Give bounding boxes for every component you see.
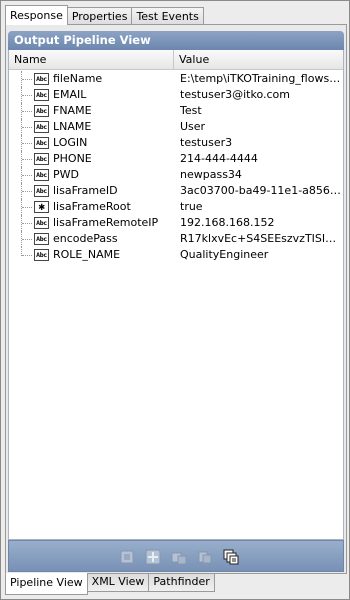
table-row[interactable]: Abc PHONE 214-444-4444: [9, 151, 343, 167]
row-name: ROLE_NAME: [53, 248, 121, 261]
row-name: EMAIL: [53, 88, 87, 101]
table-row[interactable]: Abc LOGIN testuser3: [9, 135, 343, 151]
text-abc-icon: Abc: [34, 73, 49, 85]
copy-icon[interactable]: [197, 549, 213, 565]
row-value: 192.168.168.152: [180, 216, 275, 229]
tree-connector: [21, 167, 35, 183]
top-tab-bar: Response Properties Test Events: [5, 5, 204, 25]
row-name: FNAME: [53, 104, 92, 117]
text-abc-icon: Abc: [34, 217, 49, 229]
row-name: lisaFrameID: [53, 184, 118, 197]
text-abc-icon: Abc: [34, 169, 49, 181]
tree-connector: [21, 119, 35, 135]
tree-connector: [21, 87, 35, 103]
row-value: Test: [180, 104, 202, 117]
table-row[interactable]: Abc EMAIL testuser3@itko.com: [9, 87, 343, 103]
tree-connector: [21, 183, 35, 199]
table-row[interactable]: Abc lisaFrameRemoteIP 192.168.168.152: [9, 215, 343, 231]
row-name: fileName: [53, 72, 103, 85]
table-row[interactable]: Abc LNAME User: [9, 119, 343, 135]
panel-title: Output Pipeline View: [8, 31, 344, 50]
table-row[interactable]: Abc FNAME Test: [9, 103, 343, 119]
add-icon[interactable]: [145, 549, 161, 565]
asterisk-icon: ✱: [34, 201, 49, 213]
tab-content: Output Pipeline View Name Value Abc file…: [5, 24, 347, 574]
pipeline-toolbar: [8, 540, 344, 572]
tab-xml-view[interactable]: XML View: [86, 574, 150, 592]
row-value: User: [180, 120, 206, 133]
row-name: encodePass: [53, 232, 118, 245]
row-name: lisaFrameRoot: [53, 200, 131, 213]
output-panel: Response Properties Test Events Output P…: [0, 0, 350, 600]
row-name: PHONE: [53, 152, 92, 165]
tab-properties[interactable]: Properties: [66, 7, 133, 25]
text-abc-icon: Abc: [34, 249, 49, 261]
tab-test-events[interactable]: Test Events: [131, 7, 204, 25]
row-value: E:\temp\iTKOTraining_flows_ad...: [180, 72, 342, 85]
tab-response[interactable]: Response: [5, 5, 68, 25]
tree-connector: [21, 135, 35, 151]
text-abc-icon: Abc: [34, 153, 49, 165]
tab-pipeline-view[interactable]: Pipeline View: [5, 573, 88, 595]
row-value: true: [180, 200, 203, 213]
text-abc-icon: Abc: [34, 121, 49, 133]
table-row[interactable]: Abc PWD newpass34: [9, 167, 343, 183]
table-row[interactable]: Abc lisaFrameID 3ac03700-ba49-11e1-a856-…: [9, 183, 343, 199]
table-row[interactable]: Abc ROLE_NAME QualityEngineer: [9, 247, 343, 263]
text-abc-icon: Abc: [34, 105, 49, 117]
tree-connector: [21, 231, 35, 247]
text-abc-icon: Abc: [34, 137, 49, 149]
text-abc-icon: Abc: [34, 89, 49, 101]
row-value: testuser3: [180, 136, 233, 149]
row-value: R17klxvEc+S4SEEszvzTISI+1tE=: [180, 232, 342, 245]
row-value: 3ac03700-ba49-11e1-a856-02...: [180, 184, 342, 197]
text-abc-icon: Abc: [34, 233, 49, 245]
row-value: testuser3@itko.com: [180, 88, 290, 101]
add-filter-icon[interactable]: [171, 549, 187, 565]
tree-connector: [21, 199, 35, 215]
table-row[interactable]: Abc fileName E:\temp\iTKOTraining_flows_…: [9, 71, 343, 87]
tree-connector: [21, 71, 35, 87]
row-name: LNAME: [53, 120, 92, 133]
pipeline-table: Name Value Abc fileName E:\temp\iTKOTrai…: [8, 50, 344, 540]
column-header-value[interactable]: Value: [174, 50, 343, 70]
table-row[interactable]: ✱ lisaFrameRoot true: [9, 199, 343, 215]
table-body: Abc fileName E:\temp\iTKOTraining_flows_…: [9, 71, 343, 263]
paste-icon[interactable]: [223, 549, 239, 565]
table-header: Name Value: [9, 50, 343, 70]
tab-pathfinder[interactable]: Pathfinder: [148, 574, 215, 592]
tree-connector: [21, 247, 35, 256]
bottom-tab-bar: Pipeline View XML View Pathfinder: [5, 573, 215, 596]
row-value: QualityEngineer: [180, 248, 269, 261]
table-row[interactable]: Abc encodePass R17klxvEc+S4SEEszvzTISI+1…: [9, 231, 343, 247]
stop-icon[interactable]: [119, 549, 135, 565]
row-value: 214-444-4444: [180, 152, 258, 165]
tree-connector: [21, 103, 35, 119]
text-abc-icon: Abc: [34, 185, 49, 197]
row-name: LOGIN: [53, 136, 88, 149]
tree-connector: [21, 151, 35, 167]
row-value: newpass34: [180, 168, 242, 181]
row-name: lisaFrameRemoteIP: [53, 216, 159, 229]
tree-connector: [21, 215, 35, 231]
column-header-name[interactable]: Name: [9, 50, 174, 70]
row-name: PWD: [53, 168, 79, 181]
